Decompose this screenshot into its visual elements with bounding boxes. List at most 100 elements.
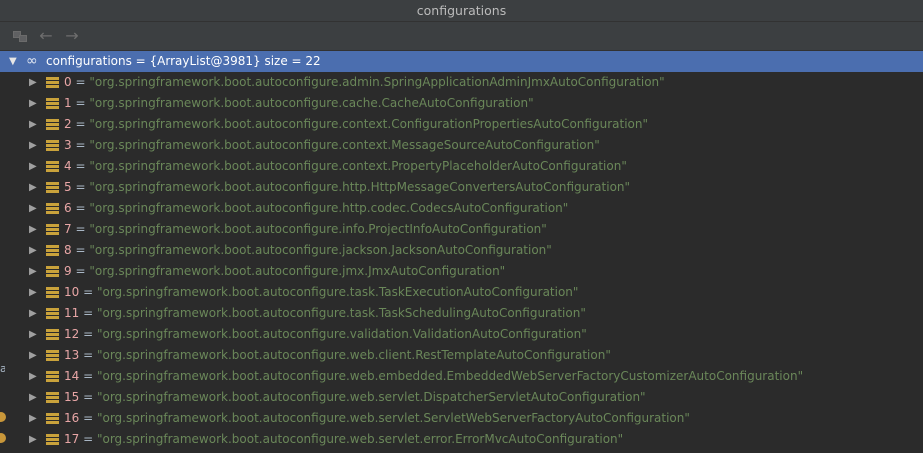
tree-row[interactable]: ▶ 17 = "org.springframework.boot.autoconf…: [0, 429, 923, 450]
equals-sign: =: [71, 96, 90, 110]
item-value: "org.springframework.boot.autoconfigure.…: [89, 159, 627, 173]
tree-row-entry: 1 = "org.springframework.boot.autoconfig…: [64, 93, 534, 114]
toolbar: ← →: [0, 22, 923, 51]
item-index: 3: [64, 138, 72, 152]
back-arrow-icon[interactable]: ←: [36, 27, 56, 45]
expand-arrow-icon[interactable]: ▶: [29, 345, 37, 366]
field-icon: [46, 119, 59, 131]
tree-row[interactable]: ▶ 2 = "org.springframework.boot.autoconfi…: [0, 114, 923, 135]
field-icon: [46, 77, 59, 89]
expand-arrow-icon[interactable]: ▶: [29, 240, 37, 261]
expand-arrow-icon[interactable]: ▶: [29, 282, 37, 303]
item-index: 17: [64, 432, 80, 446]
item-value: "org.springframework.boot.autoconfigure.…: [89, 201, 569, 215]
item-value: "org.springframework.boot.autoconfigure.…: [96, 285, 579, 299]
item-value: "org.springframework.boot.autoconfigure.…: [96, 327, 587, 341]
field-icon: [46, 329, 59, 341]
expand-arrow-icon[interactable]: ▶: [29, 261, 37, 282]
tree-row[interactable]: ▶ 12 = "org.springframework.boot.autoconf…: [0, 324, 923, 345]
item-index: 14: [64, 369, 80, 383]
expand-arrow-icon[interactable]: ▶: [29, 156, 37, 177]
equals-sign: =: [79, 327, 97, 341]
field-icon: [46, 245, 59, 257]
equals-sign: =: [71, 222, 90, 236]
expand-arrow-icon[interactable]: ▶: [29, 72, 37, 93]
expand-arrow-icon[interactable]: ▶: [29, 429, 37, 450]
tree-row-entry: 17 = "org.springframework.boot.autoconfi…: [64, 429, 623, 450]
tree-row-entry: 11 = "org.springframework.boot.autoconfi…: [64, 303, 586, 324]
collapse-arrow-icon[interactable]: ▼: [9, 51, 17, 72]
expand-arrow-icon[interactable]: ▶: [29, 198, 37, 219]
forward-arrow-icon[interactable]: →: [62, 27, 82, 45]
expand-arrow-icon[interactable]: ▶: [29, 408, 37, 429]
expand-arrow-icon[interactable]: ▶: [29, 93, 37, 114]
infinity-icon: ∞: [26, 53, 38, 69]
tree-row[interactable]: ▶ 15 = "org.springframework.boot.autoconf…: [0, 387, 923, 408]
tree-row-entry: 6 = "org.springframework.boot.autoconfig…: [64, 198, 568, 219]
tree-row[interactable]: ▶ 10 = "org.springframework.boot.autoconf…: [0, 282, 923, 303]
tree-row[interactable]: ▶ 9 = "org.springframework.boot.autoconfi…: [0, 261, 923, 282]
item-value: "org.springframework.boot.autoconfigure.…: [96, 369, 804, 383]
tree-row[interactable]: ▶ 4 = "org.springframework.boot.autoconfi…: [0, 156, 923, 177]
tree-row-entry: 14 = "org.springframework.boot.autoconfi…: [64, 366, 803, 387]
clipped-edge-label: a: [0, 362, 5, 375]
tree-row-entry: 3 = "org.springframework.boot.autoconfig…: [64, 135, 600, 156]
expand-arrow-icon[interactable]: ▶: [29, 114, 37, 135]
tree-row[interactable]: ▶ 7 = "org.springframework.boot.autoconfi…: [0, 219, 923, 240]
expand-arrow-icon[interactable]: ▶: [29, 219, 37, 240]
item-index: 5: [64, 180, 72, 194]
tree-row-entry: 2 = "org.springframework.boot.autoconfig…: [64, 114, 648, 135]
root-node-configurations[interactable]: ▼ ∞ configurations = {ArrayList@3981} si…: [0, 51, 923, 72]
expand-arrow-icon[interactable]: ▶: [29, 135, 37, 156]
item-value: "org.springframework.boot.autoconfigure.…: [89, 96, 534, 110]
expand-arrow-icon[interactable]: ▶: [29, 177, 37, 198]
tree-row[interactable]: ▶ 14 = "org.springframework.boot.autoconf…: [0, 366, 923, 387]
item-value: "org.springframework.boot.autoconfigure.…: [89, 264, 506, 278]
item-value: "org.springframework.boot.autoconfigure.…: [89, 138, 600, 152]
tree-row-entry: 4 = "org.springframework.boot.autoconfig…: [64, 156, 627, 177]
item-index: 11: [64, 306, 80, 320]
tree-row[interactable]: ▶ 1 = "org.springframework.boot.autoconfi…: [0, 93, 923, 114]
root-node-label: configurations = {ArrayList@3981} size =…: [46, 54, 321, 68]
tree-row[interactable]: ▶ 16 = "org.springframework.boot.autoconf…: [0, 408, 923, 429]
equals-sign: =: [71, 264, 90, 278]
equals-sign: =: [79, 306, 97, 320]
tree-row[interactable]: ▶ 5 = "org.springframework.boot.autoconfi…: [0, 177, 923, 198]
field-icon: [46, 308, 59, 320]
item-value: "org.springframework.boot.autoconfigure.…: [96, 306, 586, 320]
field-icon: [46, 371, 59, 383]
item-value: "org.springframework.boot.autoconfigure.…: [96, 348, 611, 362]
item-index: 7: [64, 222, 72, 236]
tree-row[interactable]: ▶ 11 = "org.springframework.boot.autoconf…: [0, 303, 923, 324]
item-value: "org.springframework.boot.autoconfigure.…: [96, 411, 690, 425]
field-icon: [46, 203, 59, 215]
tree-row[interactable]: ▶ 0 = "org.springframework.boot.autoconfi…: [0, 72, 923, 93]
tree-row[interactable]: ▶ 3 = "org.springframework.boot.autoconfi…: [0, 135, 923, 156]
expand-arrow-icon[interactable]: ▶: [29, 387, 37, 408]
tree-row[interactable]: ▶ 8 = "org.springframework.boot.autoconfi…: [0, 240, 923, 261]
frames-icon[interactable]: [13, 31, 27, 42]
expand-arrow-icon[interactable]: ▶: [29, 366, 37, 387]
equals-sign: =: [71, 243, 90, 257]
item-index: 4: [64, 159, 72, 173]
equals-sign: =: [71, 75, 90, 89]
equals-sign: =: [71, 117, 90, 131]
tree-row[interactable]: ▶ 6 = "org.springframework.boot.autoconfi…: [0, 198, 923, 219]
window-title: configurations: [0, 0, 923, 22]
expand-arrow-icon[interactable]: ▶: [29, 303, 37, 324]
item-value: "org.springframework.boot.autoconfigure.…: [89, 117, 648, 131]
item-index: 16: [64, 411, 80, 425]
item-value: "org.springframework.boot.autoconfigure.…: [89, 222, 547, 236]
equals-sign: =: [71, 180, 90, 194]
tree-row[interactable]: ▶ 13 = "org.springframework.boot.autoconf…: [0, 345, 923, 366]
equals-sign: =: [79, 411, 97, 425]
field-icon: [46, 182, 59, 194]
expand-arrow-icon[interactable]: ▶: [29, 324, 37, 345]
item-index: 12: [64, 327, 80, 341]
tree-row-entry: 16 = "org.springframework.boot.autoconfi…: [64, 408, 690, 429]
equals-sign: =: [79, 285, 97, 299]
equals-sign: =: [79, 348, 97, 362]
tree-row-entry: 13 = "org.springframework.boot.autoconfi…: [64, 345, 611, 366]
tree-row-entry: 9 = "org.springframework.boot.autoconfig…: [64, 261, 505, 282]
item-index: 1: [64, 96, 72, 110]
